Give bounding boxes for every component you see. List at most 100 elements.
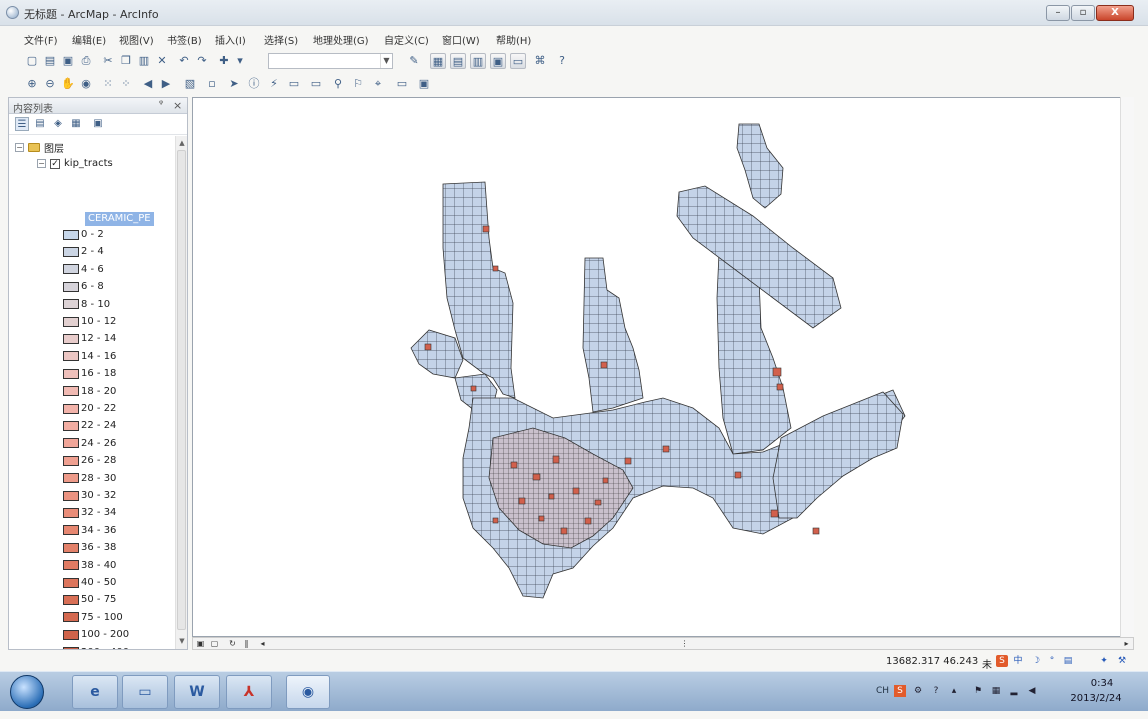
legend-class-row[interactable]: 34 - 36 [63,525,116,541]
table-of-contents-icon[interactable]: ▦ [430,53,446,69]
legend-swatch[interactable] [63,507,79,518]
legend-swatch[interactable] [63,351,79,362]
menu-windows[interactable]: 窗口(W) [442,32,480,47]
go-to-xy-icon[interactable]: ⌖ [370,76,386,92]
editor-toolbar-icon[interactable]: ✎ [406,53,422,69]
clear-selection-icon[interactable]: ▫ [204,76,220,92]
clock-date[interactable]: 2013/2/24 [1060,693,1132,704]
time-slider-icon[interactable]: ▭ [394,76,410,92]
legend-class-row[interactable]: 20 - 22 [63,403,116,419]
legend-swatch[interactable] [63,647,79,649]
close-icon[interactable]: × [173,99,182,112]
action-center-flag-icon[interactable]: ⚑ [972,685,984,697]
legend-swatch[interactable] [63,455,79,466]
legend-swatch[interactable] [63,490,79,501]
menu-edit[interactable]: 编辑(E) [72,32,106,47]
file-explorer-taskbar-button[interactable]: ▭ [122,675,168,709]
legend-class-row[interactable]: 36 - 38 [63,542,116,558]
map-vertical-scrollbar[interactable] [1120,97,1134,637]
save-icon[interactable]: ▣ [60,53,76,69]
internet-explorer-taskbar-button[interactable]: e [72,675,118,709]
scroll-thumb-grip-icon[interactable]: ⋮ [679,639,690,649]
legend-class-row[interactable]: 100 - 200 [63,629,129,645]
legend-swatch[interactable] [63,403,79,414]
delete-icon[interactable]: ✕ [154,53,170,69]
legend-swatch[interactable] [63,368,79,379]
legend-swatch[interactable] [63,316,79,327]
ime-keyboard-icon[interactable]: ▤ [1062,655,1074,667]
census-tract-map[interactable] [193,98,1133,636]
symbology-field-label[interactable]: CERAMIC_PE [85,212,154,226]
legend-class-row[interactable]: 50 - 75 [63,594,116,610]
menu-file[interactable]: 文件(F) [24,32,58,47]
legend-class-row[interactable]: 0 - 2 [63,229,104,245]
ime-moon-icon[interactable]: ☽ [1030,655,1042,667]
ime-punctuation-icon[interactable]: ° [1046,655,1058,667]
menu-geoprocessing[interactable]: 地理处理(G) [313,32,369,47]
legend-class-row[interactable]: 4 - 6 [63,264,104,280]
legend-swatch[interactable] [63,264,79,275]
acrobat-taskbar-button[interactable]: ⅄ [226,675,272,709]
back-arrow-icon[interactable]: ◀ [140,76,156,92]
legend-class-row[interactable]: 22 - 24 [63,420,116,436]
legend-class-row[interactable]: 16 - 18 [63,368,116,384]
maximize-button[interactable]: ▫ [1071,5,1095,21]
layer-name[interactable]: kip_tracts [64,158,113,169]
new-document-icon[interactable]: ▢ [24,53,40,69]
legend-swatch[interactable] [63,386,79,397]
open-folder-icon[interactable]: ▤ [42,53,58,69]
help-tray-icon[interactable]: ? [930,685,942,697]
model-builder-icon[interactable]: ⌘ [532,53,548,69]
legend-class-row[interactable]: 38 - 40 [63,560,116,576]
collapse-icon[interactable]: − [15,143,24,152]
legend-swatch[interactable] [63,525,79,536]
layer-row-kip-tracts[interactable]: − ✓ kip_tracts [37,158,113,175]
scroll-up-arrow-icon[interactable]: ▲ [177,138,187,148]
legend-class-row[interactable]: 10 - 12 [63,316,116,332]
menu-insert[interactable]: 插入(I) [215,32,246,47]
layer-visibility-checkbox[interactable]: ✓ [50,158,60,169]
forward-arrow-icon[interactable]: ▶ [158,76,174,92]
refresh-icon[interactable]: ↻ [227,639,238,649]
legend-swatch[interactable] [63,542,79,553]
html-popup-icon[interactable]: ▭ [286,76,302,92]
list-by-visibility-icon[interactable]: ◈ [51,117,65,131]
legend-swatch[interactable] [63,229,79,240]
ime-tools-icon[interactable]: ⚒ [1116,655,1128,667]
volume-icon[interactable]: ◀ [1026,685,1038,697]
legend-swatch[interactable] [63,438,79,449]
print-icon[interactable]: ⎙ [78,53,94,69]
legend-swatch[interactable] [63,246,79,257]
layout-view-button[interactable]: ▢ [209,639,220,649]
dropdown-arrow-icon[interactable]: ▾ [232,53,248,69]
arctoolbox-icon[interactable]: ▣ [490,53,506,69]
network-icon[interactable]: ▦ [990,685,1002,697]
pin-icon[interactable]: ᵠ [159,99,163,110]
whats-this-help-icon[interactable]: ? [554,53,570,69]
copy-icon[interactable]: ❐ [118,53,134,69]
legend-class-row[interactable]: 2 - 4 [63,246,104,262]
sogou-ime-icon[interactable]: S [996,655,1008,667]
legend-class-row[interactable]: 14 - 16 [63,351,116,367]
map-scale-combo[interactable]: ▼ [268,53,393,69]
map-display[interactable] [192,97,1134,637]
arcmap-taskbar-button[interactable]: ◉ [286,675,330,709]
input-language-indicator[interactable]: CH [876,686,889,696]
list-by-source-icon[interactable]: ▤ [33,117,47,131]
legend-class-row[interactable]: 18 - 20 [63,386,116,402]
legend-swatch[interactable] [63,612,79,623]
python-window-icon[interactable]: ▭ [510,53,526,69]
measure-icon[interactable]: ▭ [308,76,324,92]
legend-class-row[interactable]: 6 - 8 [63,281,104,297]
legend-class-row[interactable]: 8 - 10 [63,299,110,315]
add-data-icon[interactable]: ✚ [216,53,232,69]
layers-group-row[interactable]: − 图层 [15,140,64,157]
fixed-zoom-in-icon[interactable]: ⁙ [100,76,116,92]
full-extent-globe-icon[interactable]: ◉ [78,76,94,92]
select-elements-arrow-icon[interactable]: ➤ [226,76,242,92]
legend-swatch[interactable] [63,299,79,310]
legend-class-row[interactable]: 30 - 32 [63,490,116,506]
scroll-down-arrow-icon[interactable]: ▼ [177,636,187,646]
legend-swatch[interactable] [63,420,79,431]
legend-class-row[interactable]: 12 - 14 [63,333,116,349]
